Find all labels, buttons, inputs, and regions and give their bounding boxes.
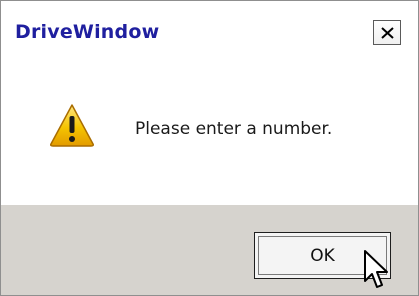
message-dialog: DriveWindow Please enter a number. OK bbox=[0, 0, 419, 296]
message-area: Please enter a number. bbox=[1, 55, 418, 205]
window-title: DriveWindow bbox=[15, 21, 160, 43]
message-text: Please enter a number. bbox=[135, 119, 333, 139]
title-bar[interactable]: DriveWindow bbox=[1, 1, 418, 55]
button-bar: OK bbox=[1, 205, 418, 295]
warning-icon bbox=[50, 104, 94, 147]
ok-button[interactable]: OK bbox=[254, 232, 391, 279]
close-button[interactable] bbox=[373, 20, 401, 45]
ok-button-label: OK bbox=[310, 246, 335, 266]
close-icon bbox=[381, 27, 394, 39]
